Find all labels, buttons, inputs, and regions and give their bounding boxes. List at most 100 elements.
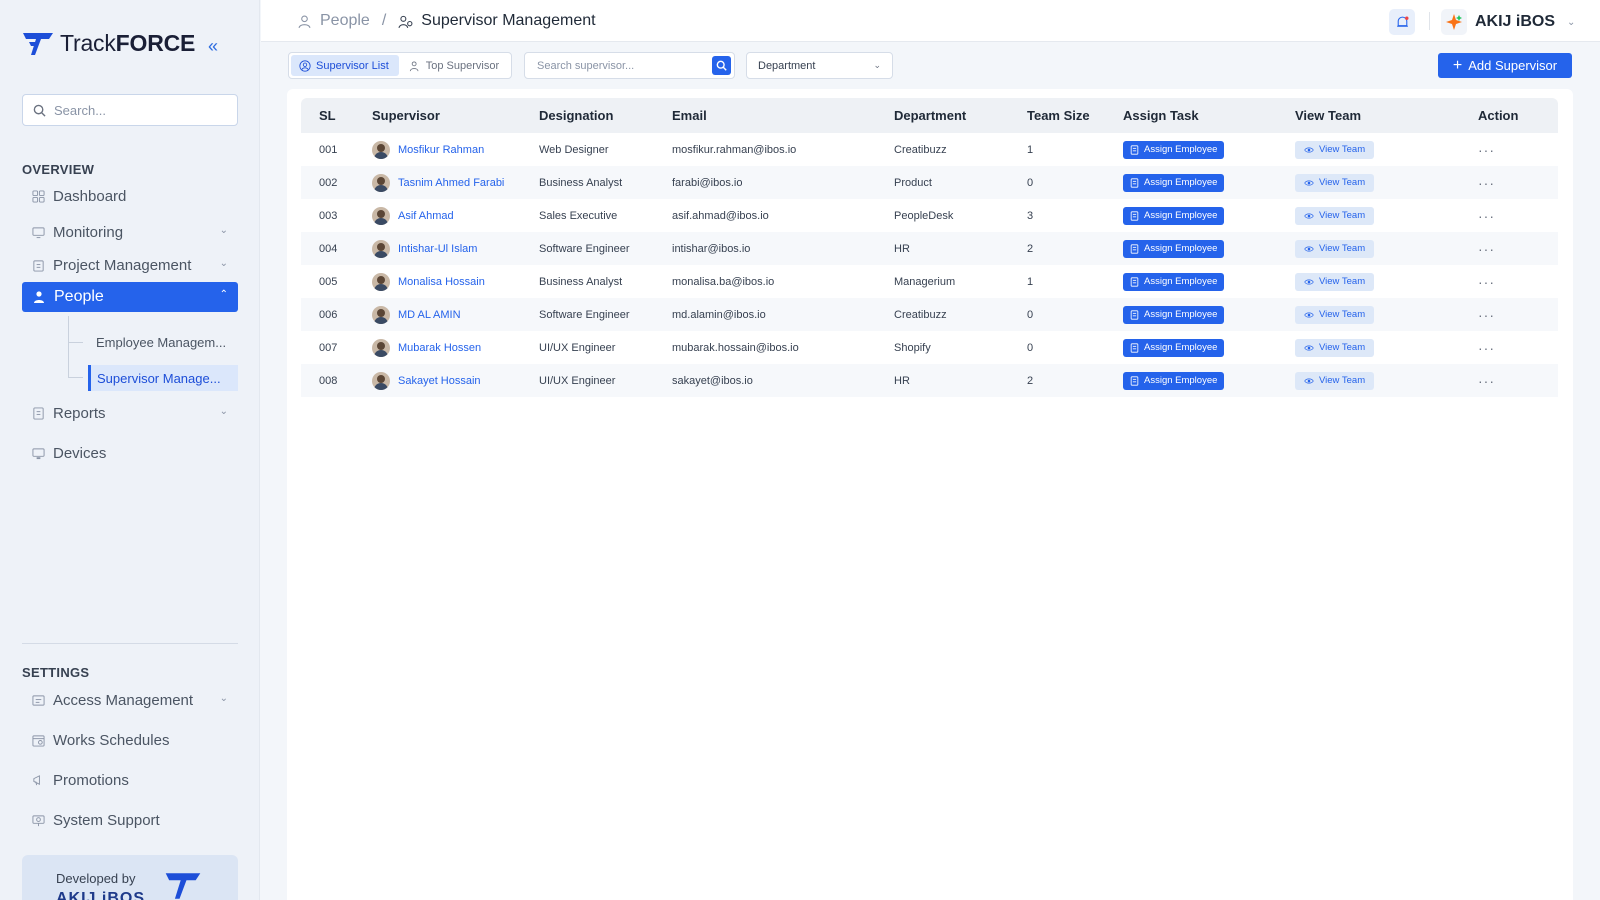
sidebar-item-monitoring[interactable]: Monitoring ⌄ [22,216,238,248]
assign-icon [1130,177,1139,188]
assign-employee-button[interactable]: Assign Employee [1123,140,1225,159]
more-options-icon[interactable]: ··· [1478,241,1495,257]
supervisor-search [524,52,735,79]
tree-line [68,316,69,378]
table-row: 001 Mosfikur Rahman Web Designer mosfiku… [301,133,1558,166]
sidebar-item-promotions[interactable]: Promotions [22,764,238,796]
column-header-sl: SL [319,108,336,123]
people-icon [298,15,311,28]
view-team-button[interactable]: View Team [1295,371,1375,390]
assign-employee-button[interactable]: Assign Employee [1123,239,1225,258]
sidebar-item-dashboard[interactable]: Dashboard [22,180,238,212]
cell-team-size: 1 [1027,143,1034,156]
sidebar-item-label: Monitoring [53,223,124,241]
supervisor-name-link[interactable]: Tasnim Ahmed Farabi [398,177,504,189]
cell-designation: Sales Executive [539,209,618,222]
cell-action: ··· [1460,331,1558,364]
avatar [372,371,390,390]
sidebar-item-reports[interactable]: Reports ⌄ [22,397,238,429]
sidebar-search-input[interactable]: Search... [22,94,238,126]
notification-button[interactable] [1389,9,1415,35]
cell-sl: 002 [319,176,338,189]
sidebar-subitem-employee-management[interactable]: Employee Managem... [88,329,238,355]
sidebar-item-devices[interactable]: Devices [22,437,238,469]
column-header-designation: Designation [539,108,614,123]
view-team-button[interactable]: View Team [1295,140,1375,159]
view-team-button[interactable]: View Team [1295,173,1375,192]
more-options-icon[interactable]: ··· [1478,175,1495,191]
cell-view-team: View Team [1277,133,1460,166]
sidebar-item-system-support[interactable]: System Support [22,804,238,836]
tab-supervisor-list[interactable]: Supervisor List [291,55,399,76]
supervisor-name-link[interactable]: Asif Ahmad [398,210,454,222]
breadcrumb: People / Supervisor Management [297,12,596,30]
monitor-icon [32,226,45,238]
sidebar-item-access-management[interactable]: Access Management ⌄ [22,684,238,716]
supervisor-name-link[interactable]: Sakayet Hossain [398,375,481,387]
more-options-icon[interactable]: ··· [1478,142,1495,158]
assign-employee-label: Assign Employee [1144,210,1218,221]
cell-action: ··· [1460,166,1558,199]
cell-team-size: 0 [1027,308,1034,321]
cell-department: Creatibuzz [894,143,947,156]
cell-sl: 003 [319,209,338,222]
sidebar-subitem-supervisor-management[interactable]: Supervisor Manage... [88,365,238,391]
view-team-button[interactable]: View Team [1295,338,1375,357]
cell-sl: 001 [319,143,338,156]
cell-assign-task: Assign Employee [1105,364,1277,397]
sidebar-item-people[interactable]: People ⌃ [22,282,238,312]
supervisor-name-link[interactable]: Mubarak Hossen [398,342,481,354]
view-team-button[interactable]: View Team [1295,206,1375,225]
view-team-button[interactable]: View Team [1295,239,1375,258]
cell-view-team: View Team [1277,199,1460,232]
assign-employee-button[interactable]: Assign Employee [1123,173,1225,192]
eye-icon [1304,279,1314,284]
trackforce-logo[interactable]: TrackFORCE [22,30,195,57]
org-logo-icon [1441,9,1467,35]
search-button[interactable] [712,56,731,75]
tab-top-supervisor[interactable]: Top Supervisor [401,55,509,76]
supervisor-name-link[interactable]: Intishar-Ul Islam [398,243,477,255]
cell-supervisor: Tasnim Ahmed Farabi [354,166,521,199]
eye-icon [1304,246,1314,251]
sidebar-item-label: Reports [53,404,106,422]
org-switcher[interactable]: AKIJ iBOS ⌄ [1441,9,1575,35]
trackforce-logo-icon [23,32,53,55]
collapse-sidebar-icon[interactable]: « [208,36,230,56]
cell-email: mubarak.hossain@ibos.io [672,341,799,354]
assign-employee-button[interactable]: Assign Employee [1123,272,1225,291]
cell-action: ··· [1460,133,1558,166]
cell-email: mosfikur.rahman@ibos.io [672,143,797,156]
developer-brand: AKIJ iBOS [56,890,146,900]
assign-employee-button[interactable]: Assign Employee [1123,338,1225,357]
more-options-icon[interactable]: ··· [1478,274,1495,290]
more-options-icon[interactable]: ··· [1478,208,1495,224]
tree-connector [69,377,83,378]
supervisor-name-link[interactable]: Monalisa Hossain [398,276,485,288]
add-supervisor-button[interactable]: + Add Supervisor [1438,53,1572,78]
sidebar-item-project-management[interactable]: Project Management ⌄ [22,249,238,281]
breadcrumb-people[interactable]: People [320,12,370,30]
supervisor-name-link[interactable]: MD AL AMIN [398,309,461,321]
avatar [372,305,390,324]
more-options-icon[interactable]: ··· [1478,307,1495,323]
view-team-button[interactable]: View Team [1295,305,1375,324]
assign-employee-button[interactable]: Assign Employee [1123,206,1225,225]
assign-employee-button[interactable]: Assign Employee [1123,305,1225,324]
assign-employee-button[interactable]: Assign Employee [1123,371,1225,390]
assign-employee-label: Assign Employee [1144,243,1218,254]
more-options-icon[interactable]: ··· [1478,373,1495,389]
schedule-icon [32,734,45,747]
grid-icon [32,189,45,203]
eye-icon [1304,180,1314,185]
more-options-icon[interactable]: ··· [1478,340,1495,356]
cell-sl: 005 [319,275,338,288]
cell-team-size: 2 [1027,242,1034,255]
supervisor-search-input[interactable] [537,59,697,72]
supervisor-name-link[interactable]: Mosfikur Rahman [398,144,484,156]
view-team-button[interactable]: View Team [1295,272,1375,291]
department-select[interactable]: Department ⌄ [746,52,893,79]
cell-view-team: View Team [1277,232,1460,265]
sidebar-divider [22,643,238,644]
sidebar-item-works-schedules[interactable]: Works Schedules [22,724,238,756]
